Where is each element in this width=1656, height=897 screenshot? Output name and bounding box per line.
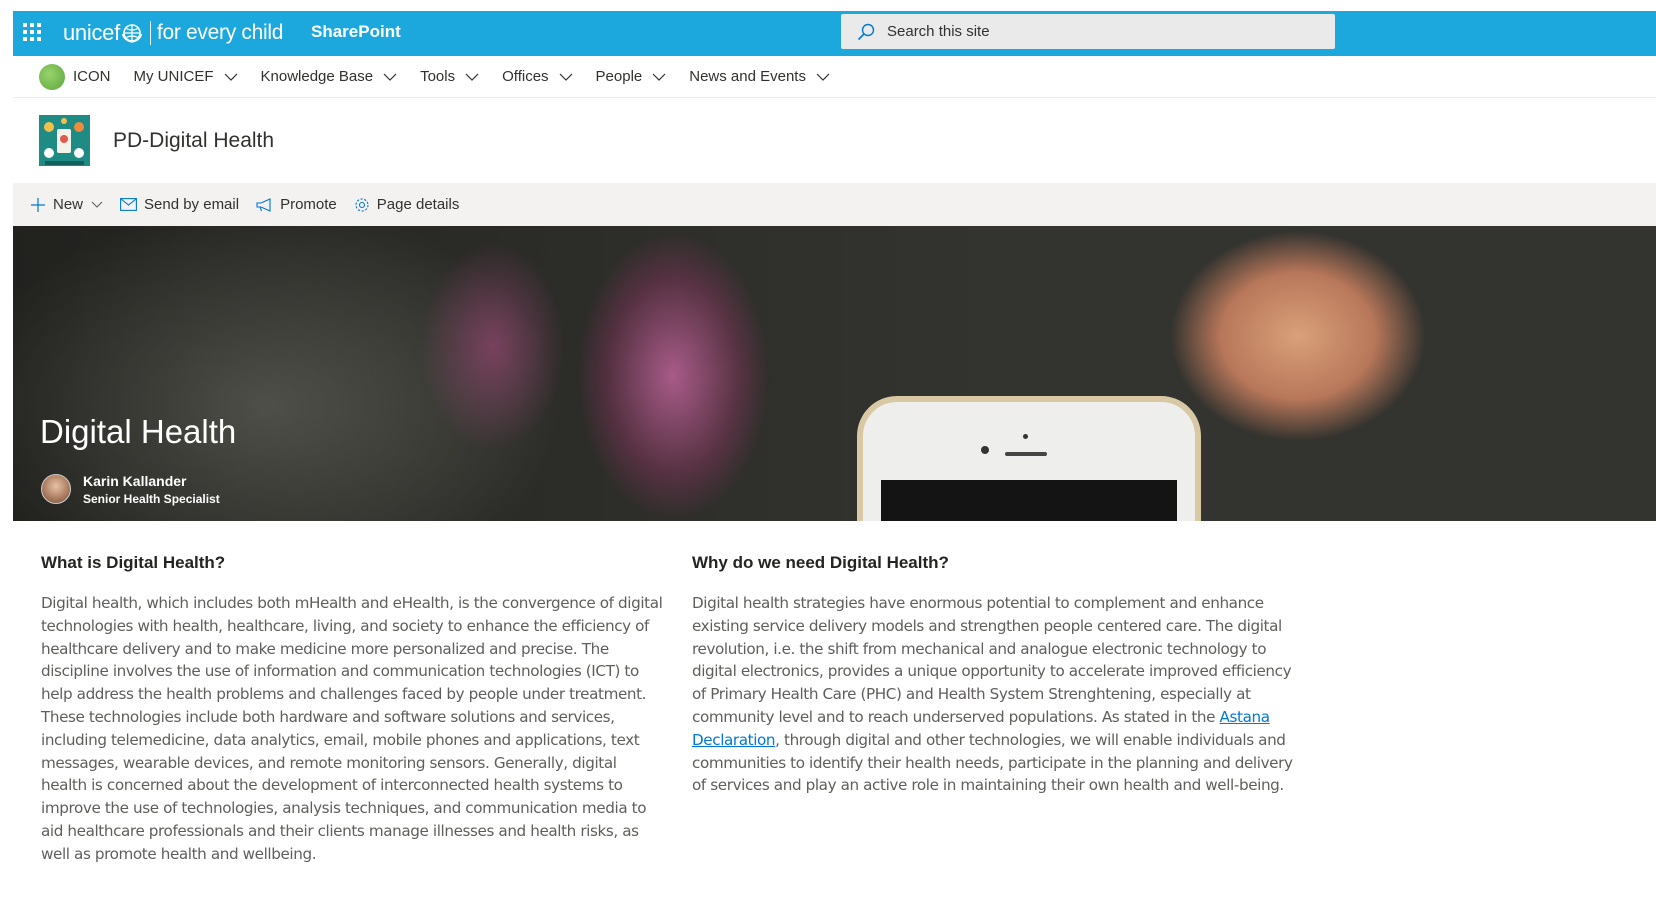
nav-item-people[interactable]: People xyxy=(596,68,667,85)
new-button-label: New xyxy=(53,196,84,213)
megaphone-icon xyxy=(256,197,271,212)
site-title[interactable]: PD-Digital Health xyxy=(113,129,274,153)
nav-item-label: My UNICEF xyxy=(133,68,214,85)
hub-title[interactable]: ICON xyxy=(73,68,111,85)
page-title: Digital Health xyxy=(40,413,237,450)
brand-divider xyxy=(149,21,151,45)
nav-item-offices[interactable]: Offices xyxy=(502,68,572,85)
brand-tagline: for every child xyxy=(156,21,284,44)
section-body: Digital health strategies have enormous … xyxy=(692,592,1302,797)
site-search-box[interactable] xyxy=(841,14,1335,49)
chevron-down-icon xyxy=(816,73,830,81)
hub-logo[interactable] xyxy=(39,63,65,90)
nav-item-news-and-events[interactable]: News and Events xyxy=(689,68,830,85)
promote-button[interactable]: Promote xyxy=(256,196,337,213)
promote-label: Promote xyxy=(280,196,337,213)
site-header: PD-Digital Health xyxy=(13,98,1656,183)
digital-health-logo-icon xyxy=(39,115,90,166)
banner-phone-image xyxy=(857,396,1201,521)
search-icon xyxy=(857,23,875,40)
mail-icon xyxy=(120,198,137,211)
nav-item-tools[interactable]: Tools xyxy=(420,68,479,85)
send-by-email-label: Send by email xyxy=(144,196,240,213)
author-role: Senior Health Specialist xyxy=(83,492,220,506)
section-heading: Why do we need Digital Health? xyxy=(692,553,949,572)
gear-icon xyxy=(355,197,369,212)
site-logo[interactable] xyxy=(39,115,90,166)
chevron-down-icon xyxy=(91,201,103,208)
hub-navigation: ICON My UNICEF Knowledge Base Tools Offi… xyxy=(13,56,1656,98)
page-details-button[interactable]: Page details xyxy=(354,196,460,213)
nav-item-label: News and Events xyxy=(689,68,806,85)
nav-item-knowledge-base[interactable]: Knowledge Base xyxy=(261,68,398,85)
nav-item-label: People xyxy=(595,68,643,85)
banner-shade xyxy=(13,226,1656,521)
section-heading: What is Digital Health? xyxy=(41,553,226,572)
search-input[interactable] xyxy=(887,23,1287,40)
chevron-down-icon xyxy=(652,73,666,81)
body-text-before-link: Digital health strategies have enormous … xyxy=(692,594,1292,726)
author-avatar[interactable] xyxy=(41,474,71,504)
chevron-down-icon xyxy=(224,73,237,81)
new-button[interactable]: New xyxy=(30,196,103,213)
unicef-logo[interactable]: unicef for every child xyxy=(63,18,283,48)
section-body: Digital health, which includes both mHea… xyxy=(41,594,663,863)
chevron-down-icon xyxy=(383,73,397,81)
nav-item-label: Knowledge Base xyxy=(260,68,374,85)
section-what-is-digital-health: What is Digital Health? Digital health, … xyxy=(41,553,666,866)
command-bar: New Send by email Promote Page details xyxy=(13,183,1656,226)
hero-banner: Digital Health Karin Kallander Senior He… xyxy=(13,226,1656,521)
chevron-down-icon xyxy=(465,73,479,81)
section-why-digital-health: Why do we need Digital Health? Digital h… xyxy=(692,553,1302,797)
chevron-down-icon xyxy=(559,73,572,81)
nav-item-my-unicef[interactable]: My UNICEF xyxy=(134,68,238,85)
send-by-email-button[interactable]: Send by email xyxy=(120,196,239,213)
nav-item-label: Tools xyxy=(420,68,456,85)
sharepoint-app-name[interactable]: SharePoint xyxy=(311,22,401,42)
unicef-globe-icon xyxy=(121,24,143,43)
plus-icon xyxy=(31,197,45,212)
body-text-after-link: , through digital and other technologies… xyxy=(692,730,1293,795)
author-name[interactable]: Karin Kallander xyxy=(83,473,186,489)
brand-name: unicef xyxy=(63,20,120,45)
suite-bar: unicef for every child SharePoint xyxy=(13,11,1656,56)
sharepoint-page: unicef for every child SharePoint ICON M… xyxy=(13,11,1656,897)
page-details-label: Page details xyxy=(376,196,460,213)
app-launcher-icon[interactable] xyxy=(23,23,41,41)
nav-item-label: Offices xyxy=(502,68,549,85)
